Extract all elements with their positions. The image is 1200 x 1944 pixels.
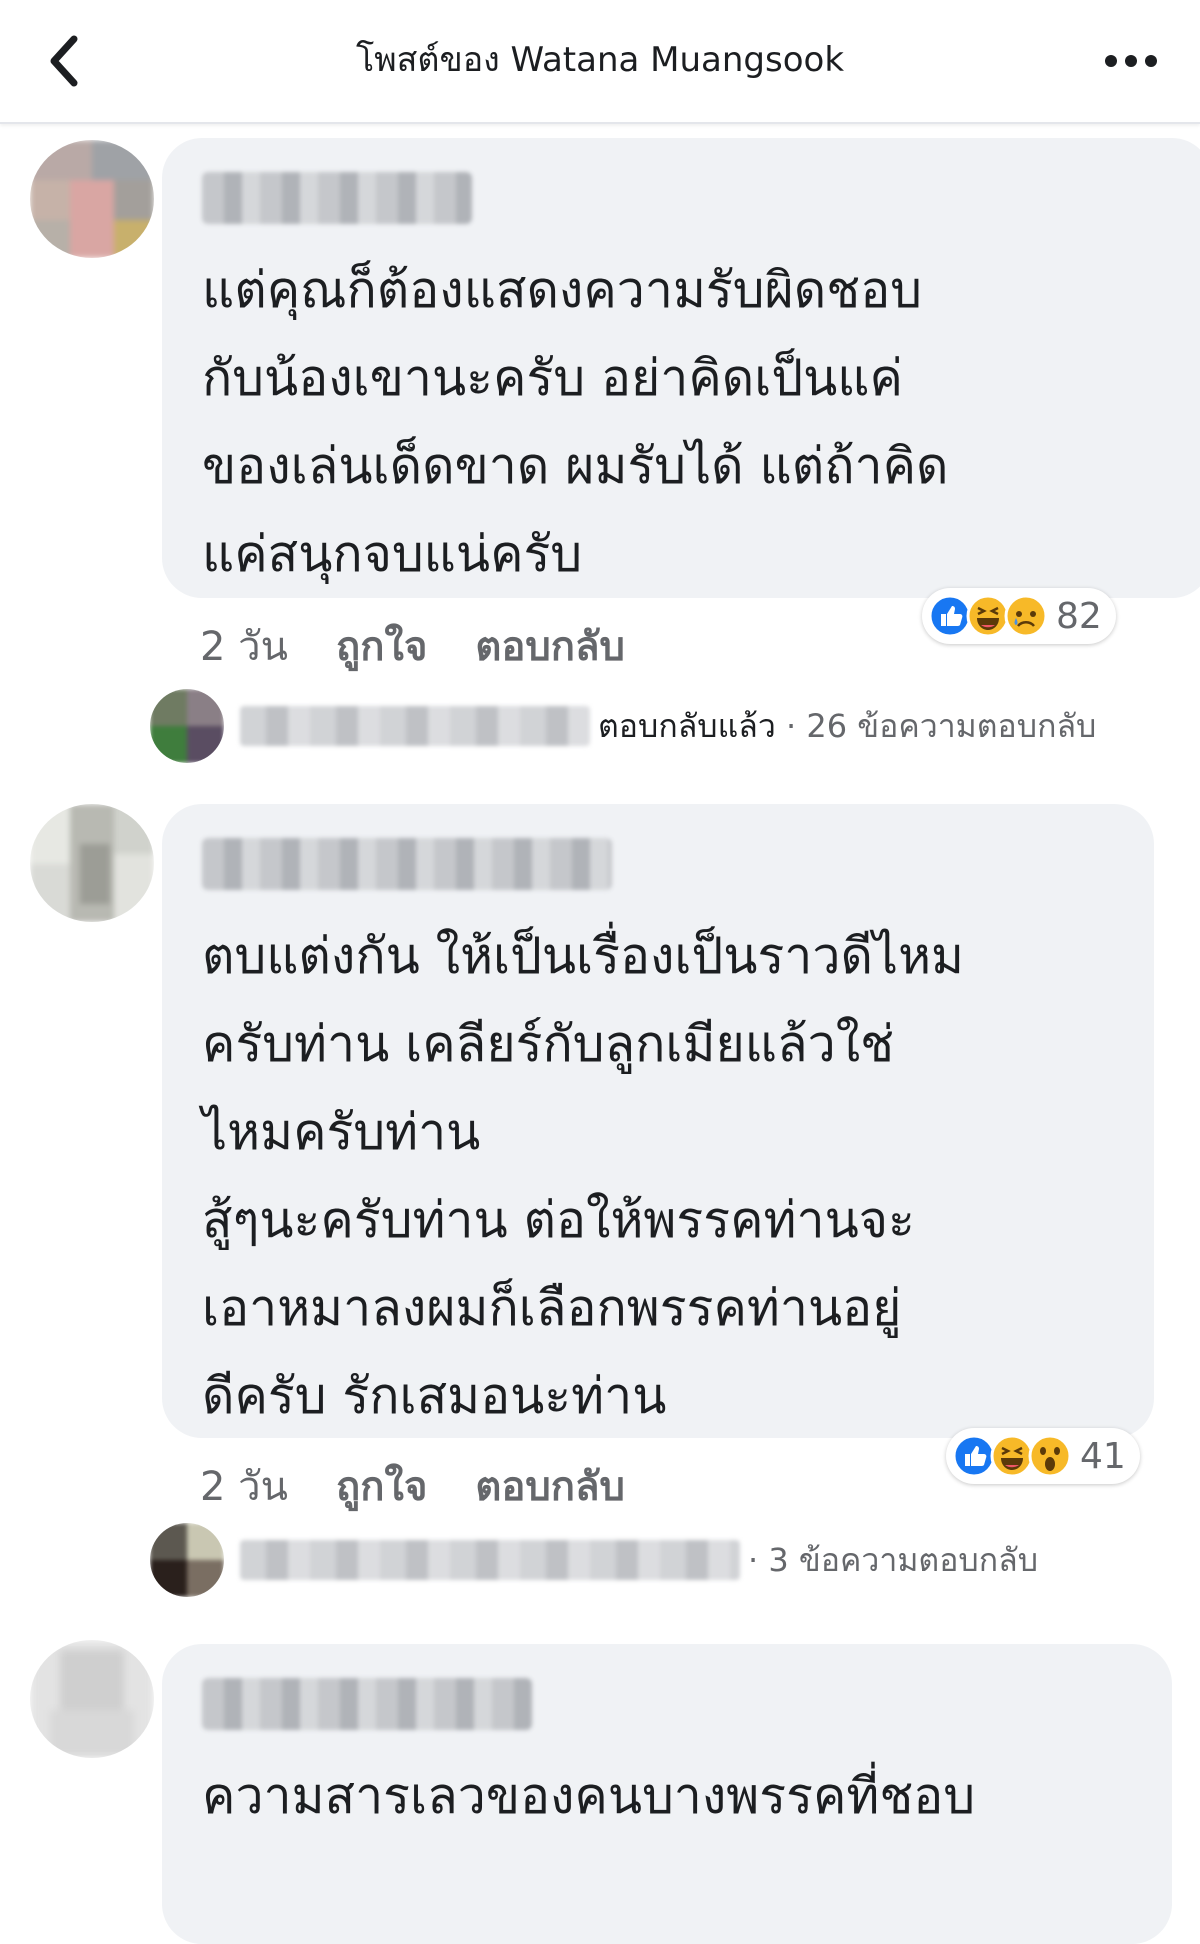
reaction-count: 41 (1080, 1435, 1126, 1477)
wow-reaction-icon (1028, 1434, 1072, 1478)
comment-text: ตบแต่งกัน ให้เป็นเรื่องเป็นราวดีไหม ครับ… (202, 927, 964, 1425)
reply-author-name (240, 1540, 740, 1580)
avatar[interactable] (30, 140, 154, 258)
comment-time[interactable]: 2 วัน (200, 614, 288, 678)
comment-bubble: ตบแต่งกัน ให้เป็นเรื่องเป็นราวดีไหม ครับ… (162, 804, 1154, 1438)
reaction-count: 82 (1056, 595, 1102, 637)
reply-avatar (150, 1523, 224, 1597)
commenter-name[interactable] (202, 838, 612, 890)
reply-summary-text: ตอบกลับแล้ว · 26 ข้อความตอบกลับ (598, 701, 1096, 752)
reactions-summary[interactable]: 41 (946, 1428, 1140, 1484)
reply-author-name (240, 706, 590, 746)
replies-link[interactable]: · 3 ข้อความตอบกลับ (150, 1523, 1038, 1597)
like-button[interactable]: ถูกใจ (336, 1454, 427, 1518)
reply-summary-text: · 3 ข้อความตอบกลับ (748, 1535, 1038, 1586)
replies-link[interactable]: ตอบกลับแล้ว · 26 ข้อความตอบกลับ (150, 689, 1096, 763)
comment-text: ความสารเลวของคนบางพรรคที่ชอบ (202, 1767, 976, 1825)
like-button[interactable]: ถูกใจ (336, 614, 427, 678)
page-title: โพสต์ของ Watana Muangsook (355, 40, 845, 80)
more-options-button[interactable] (1096, 36, 1166, 86)
reply-count: · 26 ข้อความตอบกลับ (785, 706, 1097, 745)
comment-time[interactable]: 2 วัน (200, 1454, 288, 1518)
avatar[interactable] (30, 804, 154, 922)
replied-label: ตอบกลับแล้ว (598, 706, 776, 745)
commenter-name[interactable] (202, 172, 472, 224)
comment-bubble: ความสารเลวของคนบางพรรคที่ชอบ (162, 1644, 1172, 1944)
reactions-summary[interactable]: 82 (922, 588, 1116, 644)
back-button[interactable] (34, 28, 94, 94)
reply-count: · 3 ข้อความตอบกลับ (748, 1540, 1039, 1579)
chevron-left-icon (50, 35, 78, 87)
avatar[interactable] (30, 1640, 154, 1758)
comment-text: แต่คุณก็ต้องแสดงความรับผิดชอบ กับน้องเขา… (202, 261, 949, 583)
reply-avatar (150, 689, 224, 763)
comment-actions: 2 วัน ถูกใจ ตอบกลับ (200, 614, 625, 678)
reply-button[interactable]: ตอบกลับ (475, 614, 625, 678)
sad-reaction-icon (1004, 594, 1048, 638)
commenter-name[interactable] (202, 1678, 532, 1730)
comment-bubble: แต่คุณก็ต้องแสดงความรับผิดชอบ กับน้องเขา… (162, 138, 1200, 598)
reply-button[interactable]: ตอบกลับ (475, 1454, 625, 1518)
more-dots-icon (1105, 55, 1157, 67)
post-header: โพสต์ของ Watana Muangsook (0, 0, 1200, 124)
comment-actions: 2 วัน ถูกใจ ตอบกลับ (200, 1454, 625, 1518)
